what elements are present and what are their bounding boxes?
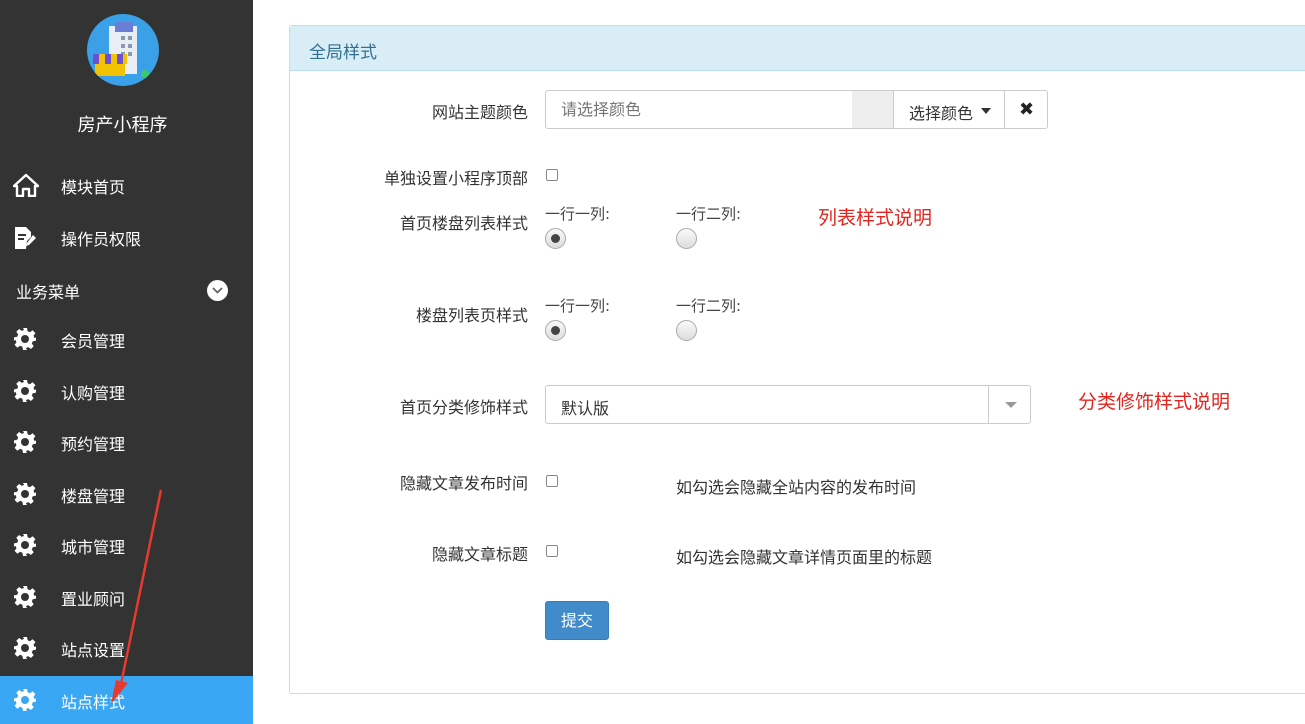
theme-color-label: 网站主题颜色: [431, 103, 528, 122]
app-name: 房产小程序: [77, 115, 168, 136]
sidebar-item-sales-consultant[interactable]: 置业顾问: [0, 573, 253, 621]
list-page-option-1-label: 一行一列:: [545, 297, 611, 315]
chevron-down-icon: [1005, 402, 1017, 408]
sidebar-item-module-home[interactable]: 模块首页: [0, 161, 253, 209]
category-style-note-link[interactable]: 分类修饰样式说明: [1078, 387, 1230, 414]
gear-icon: [13, 482, 37, 506]
hide-publish-time-hint: 如勾选会隐藏全站内容的发布时间: [676, 478, 917, 497]
sidebar-item-city-management[interactable]: 城市管理: [0, 521, 253, 569]
list-style-note-link[interactable]: 列表样式说明: [818, 203, 932, 230]
sidebar-item-label: 楼盘管理: [61, 487, 126, 506]
hide-publish-time-label: 隐藏文章发布时间: [399, 474, 528, 493]
sidebar-item-site-settings[interactable]: 站点设置: [0, 624, 253, 672]
home-list-option-2-label: 一行二列:: [676, 205, 742, 223]
gear-icon: [13, 636, 37, 660]
submit-button[interactable]: 提交: [545, 601, 609, 640]
sidebar-item-label: 站点样式: [61, 693, 126, 712]
sidebar-item-operator-permissions[interactable]: 操作员权限: [0, 213, 253, 261]
panel-header: 全局样式: [290, 26, 1305, 71]
clear-color-button[interactable]: ✖: [1004, 90, 1048, 129]
sidebar-item-subscription-management[interactable]: 认购管理: [0, 367, 253, 415]
mini-top-label: 单独设置小程序顶部: [383, 169, 528, 188]
home-list-option-2-radio[interactable]: [676, 228, 697, 249]
category-style-label: 首页分类修饰样式: [399, 398, 528, 417]
color-preview-swatch: [852, 90, 894, 129]
sidebar-item-label: 置业顾问: [61, 590, 126, 609]
gear-icon: [13, 327, 37, 351]
home-list-option-1-label: 一行一列:: [545, 205, 611, 223]
close-icon: ✖: [1019, 99, 1035, 120]
home-list-option-1-radio[interactable]: [545, 228, 566, 249]
home-list-style-label: 首页楼盘列表样式: [399, 214, 528, 233]
sidebar-section-title: 业务菜单: [16, 283, 81, 302]
pick-color-button[interactable]: 选择颜色: [893, 90, 1005, 129]
sidebar-item-label: 模块首页: [61, 178, 126, 197]
sidebar-item-label: 城市管理: [61, 538, 126, 557]
home-icon: [12, 173, 40, 198]
sidebar: 房产小程序 模块首页 操作员权限 业务菜单 会员管理 认购管理 预约管理 楼盘管…: [0, 0, 253, 724]
list-page-option-2-label: 一行二列:: [676, 297, 742, 315]
sidebar-item-property-management[interactable]: 楼盘管理: [0, 470, 253, 518]
app-logo[interactable]: [87, 14, 159, 86]
gear-icon: [13, 533, 37, 557]
list-page-option-2-radio[interactable]: [676, 320, 697, 341]
mini-top-checkbox[interactable]: [546, 169, 558, 181]
caret-down-icon: [981, 108, 991, 114]
hide-article-title-checkbox[interactable]: [546, 545, 558, 557]
sidebar-item-site-style[interactable]: 站点样式: [0, 676, 253, 724]
category-style-value: 默认版: [561, 399, 610, 418]
list-page-style-label: 楼盘列表页样式: [415, 306, 528, 325]
theme-color-input[interactable]: [545, 90, 853, 129]
hide-article-title-label: 隐藏文章标题: [431, 545, 528, 564]
hide-article-title-hint: 如勾选会隐藏文章详情页面里的标题: [676, 548, 933, 567]
hide-publish-time-checkbox[interactable]: [546, 475, 558, 487]
gear-icon: [13, 430, 37, 454]
category-style-select[interactable]: 默认版: [545, 385, 1031, 424]
sidebar-item-label: 会员管理: [61, 332, 126, 351]
sidebar-item-label: 站点设置: [61, 641, 126, 660]
sidebar-item-label: 预约管理: [61, 435, 126, 454]
pick-color-button-label: 选择颜色: [909, 104, 974, 123]
panel-title: 全局样式: [309, 43, 377, 63]
edit-document-icon: [13, 225, 37, 249]
chevron-down-icon[interactable]: [207, 280, 228, 301]
sidebar-item-label: 操作员权限: [61, 230, 142, 249]
gear-icon: [13, 379, 37, 403]
sidebar-item-label: 认购管理: [61, 384, 126, 403]
gear-icon: [13, 585, 37, 609]
sidebar-item-member-management[interactable]: 会员管理: [0, 315, 253, 363]
list-page-option-1-radio[interactable]: [545, 320, 566, 341]
sidebar-item-appointment-management[interactable]: 预约管理: [0, 418, 253, 466]
gear-icon: [13, 688, 37, 712]
